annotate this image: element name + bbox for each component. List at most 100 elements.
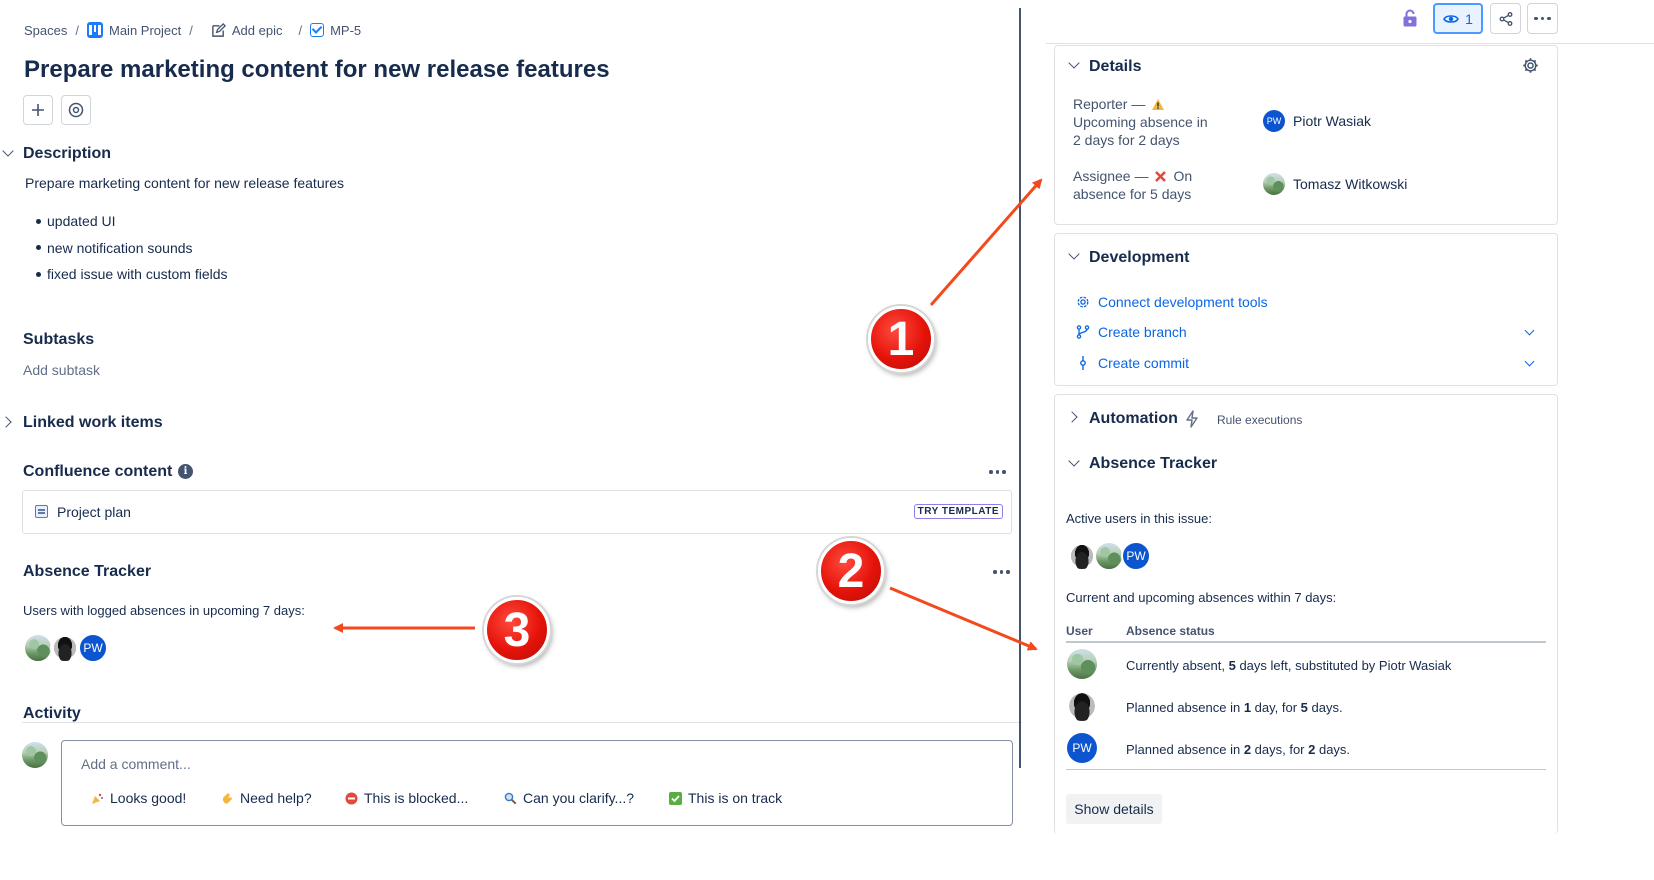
watch-button[interactable]: 1 bbox=[1433, 3, 1483, 34]
reporter-label: Reporter — Upcoming absence in 2 days fo… bbox=[1073, 96, 1208, 148]
apps-button[interactable] bbox=[61, 95, 91, 125]
expand-linked-chevron-icon[interactable] bbox=[0, 416, 12, 428]
table-header-divider bbox=[1066, 641, 1546, 643]
gear-icon[interactable] bbox=[1522, 57, 1539, 74]
try-template-badge[interactable]: TRY TEMPLATE bbox=[913, 504, 1003, 519]
assignee-label: Assignee — On absence for 5 days bbox=[1073, 168, 1193, 202]
blocked-icon bbox=[345, 792, 358, 805]
avatar[interactable] bbox=[1067, 541, 1097, 571]
share-icon bbox=[1499, 11, 1512, 26]
subtasks-heading: Subtasks bbox=[23, 331, 95, 348]
avatar[interactable] bbox=[23, 633, 53, 663]
task-icon bbox=[310, 23, 325, 37]
avatar[interactable] bbox=[1067, 649, 1097, 679]
cross-icon bbox=[1155, 170, 1167, 182]
gear-icon bbox=[1077, 296, 1089, 308]
avatar-initials: PW bbox=[1072, 741, 1092, 755]
edit-icon bbox=[212, 22, 226, 37]
automation-heading[interactable]: Automation bbox=[1089, 410, 1178, 428]
absence-tracker-panel-heading[interactable]: Absence Tracker bbox=[1089, 455, 1217, 473]
reporter-value[interactable]: PW Piotr Wasiak bbox=[1263, 110, 1371, 132]
upcoming-absences-label: Current and upcoming absences within 7 d… bbox=[1066, 590, 1337, 605]
create-commit-link[interactable]: Create commit bbox=[1076, 355, 1189, 371]
breadcrumb-separator: / bbox=[189, 22, 193, 38]
breadcrumb-spaces[interactable]: Spaces bbox=[24, 23, 67, 38]
wave-hand-icon bbox=[221, 792, 234, 805]
comment-placeholder: Add a comment... bbox=[81, 756, 191, 772]
lock-icon[interactable] bbox=[1402, 9, 1418, 27]
description-list: updated UI new notification sounds fixed… bbox=[36, 208, 228, 288]
table-row: Planned absence in 2 days, for 2 days. bbox=[1126, 742, 1351, 757]
avatar bbox=[1263, 173, 1285, 195]
linked-work-items-heading[interactable]: Linked work items bbox=[23, 414, 163, 432]
description-text[interactable]: Prepare marketing content for new releas… bbox=[25, 175, 344, 191]
assignee-value[interactable]: Tomasz Witkowski bbox=[1263, 173, 1407, 195]
list-item: fixed issue with custom fields bbox=[36, 261, 228, 288]
breadcrumb-project[interactable]: Main Project bbox=[87, 22, 181, 38]
description-heading: Description bbox=[23, 145, 112, 162]
info-icon[interactable]: i bbox=[178, 464, 193, 479]
quick-reply-clarify[interactable]: Can you clarify...? bbox=[504, 790, 634, 806]
absence-tracker-heading: Absence Tracker bbox=[23, 563, 152, 580]
arrow-1 bbox=[929, 178, 1043, 306]
more-actions-button[interactable] bbox=[1527, 3, 1558, 34]
show-details-button[interactable]: Show details bbox=[1066, 794, 1162, 824]
eye-icon bbox=[1443, 14, 1459, 23]
quick-reply-blocked[interactable]: This is blocked... bbox=[345, 790, 468, 806]
add-subtask-link[interactable]: Add subtask bbox=[23, 362, 100, 378]
quick-reply-on-track[interactable]: This is on track bbox=[669, 790, 782, 806]
list-item: new notification sounds bbox=[36, 235, 228, 262]
add-button[interactable] bbox=[23, 95, 53, 125]
list-item: updated UI bbox=[36, 208, 228, 235]
panel-divider[interactable] bbox=[1019, 8, 1021, 768]
avatar-initials: PW bbox=[1126, 549, 1146, 563]
breadcrumb-epic-label: Add epic bbox=[231, 22, 283, 38]
breadcrumb: Spaces / Main Project / Add epic / MP-5 bbox=[24, 22, 361, 38]
activity-heading: Activity bbox=[23, 705, 81, 722]
callout-badge-2: 2 bbox=[818, 538, 884, 604]
avatar[interactable] bbox=[1094, 541, 1124, 571]
confluence-more-button[interactable] bbox=[989, 470, 1006, 474]
more-icon bbox=[1534, 16, 1551, 21]
project-icon bbox=[87, 22, 103, 38]
plus-icon bbox=[32, 104, 44, 116]
callout-badge-3: 3 bbox=[484, 597, 550, 663]
absence-more-button[interactable] bbox=[993, 570, 1010, 574]
avatar[interactable] bbox=[50, 633, 80, 663]
avatar[interactable]: PW bbox=[78, 633, 108, 663]
breadcrumb-separator: / bbox=[298, 22, 303, 38]
branch-icon bbox=[1076, 325, 1090, 339]
avatar bbox=[22, 742, 48, 768]
avatar[interactable] bbox=[1067, 691, 1097, 721]
avatar[interactable]: PW bbox=[1121, 541, 1151, 571]
lightning-icon bbox=[1186, 410, 1198, 428]
collapse-description-chevron-icon[interactable] bbox=[2, 145, 14, 157]
reporter-name: Piotr Wasiak bbox=[1293, 113, 1372, 129]
details-heading[interactable]: Details bbox=[1089, 58, 1141, 76]
create-branch-link[interactable]: Create branch bbox=[1076, 324, 1187, 340]
quick-reply-looks-good[interactable]: Looks good! bbox=[91, 790, 186, 806]
breadcrumb-add-epic[interactable]: Add epic bbox=[211, 22, 283, 38]
confluence-page-item[interactable]: Project plan TRY TEMPLATE bbox=[22, 490, 1012, 534]
table-row: Planned absence in 1 day, for 5 days. bbox=[1126, 700, 1343, 715]
party-icon bbox=[91, 792, 104, 805]
absence-users-text: Users with logged absences in upcoming 7… bbox=[23, 603, 305, 618]
confluence-page-title: Project plan bbox=[57, 504, 131, 520]
rule-executions-link[interactable]: Rule executions bbox=[1217, 413, 1302, 427]
table-row: Currently absent, 5 days left, substitut… bbox=[1126, 658, 1452, 673]
divider bbox=[1046, 43, 1654, 44]
watch-count: 1 bbox=[1465, 10, 1473, 27]
breadcrumb-issue-key[interactable]: MP-5 bbox=[310, 23, 361, 38]
comment-input[interactable]: Add a comment... Looks good! Need help? … bbox=[61, 740, 1013, 826]
avatar-initials: PW bbox=[83, 641, 103, 655]
connect-development-tools-link[interactable]: Connect development tools bbox=[1076, 294, 1268, 310]
arrow-2 bbox=[889, 586, 1038, 651]
page-title[interactable]: Prepare marketing content for new releas… bbox=[24, 56, 610, 84]
check-mark-icon bbox=[669, 791, 682, 805]
share-button[interactable] bbox=[1490, 3, 1521, 34]
development-heading[interactable]: Development bbox=[1089, 249, 1189, 267]
callout-badge-1: 1 bbox=[868, 306, 934, 372]
quick-reply-need-help[interactable]: Need help? bbox=[221, 790, 312, 806]
avatar[interactable]: PW bbox=[1067, 733, 1097, 763]
confluence-heading: Confluence content bbox=[23, 463, 173, 480]
